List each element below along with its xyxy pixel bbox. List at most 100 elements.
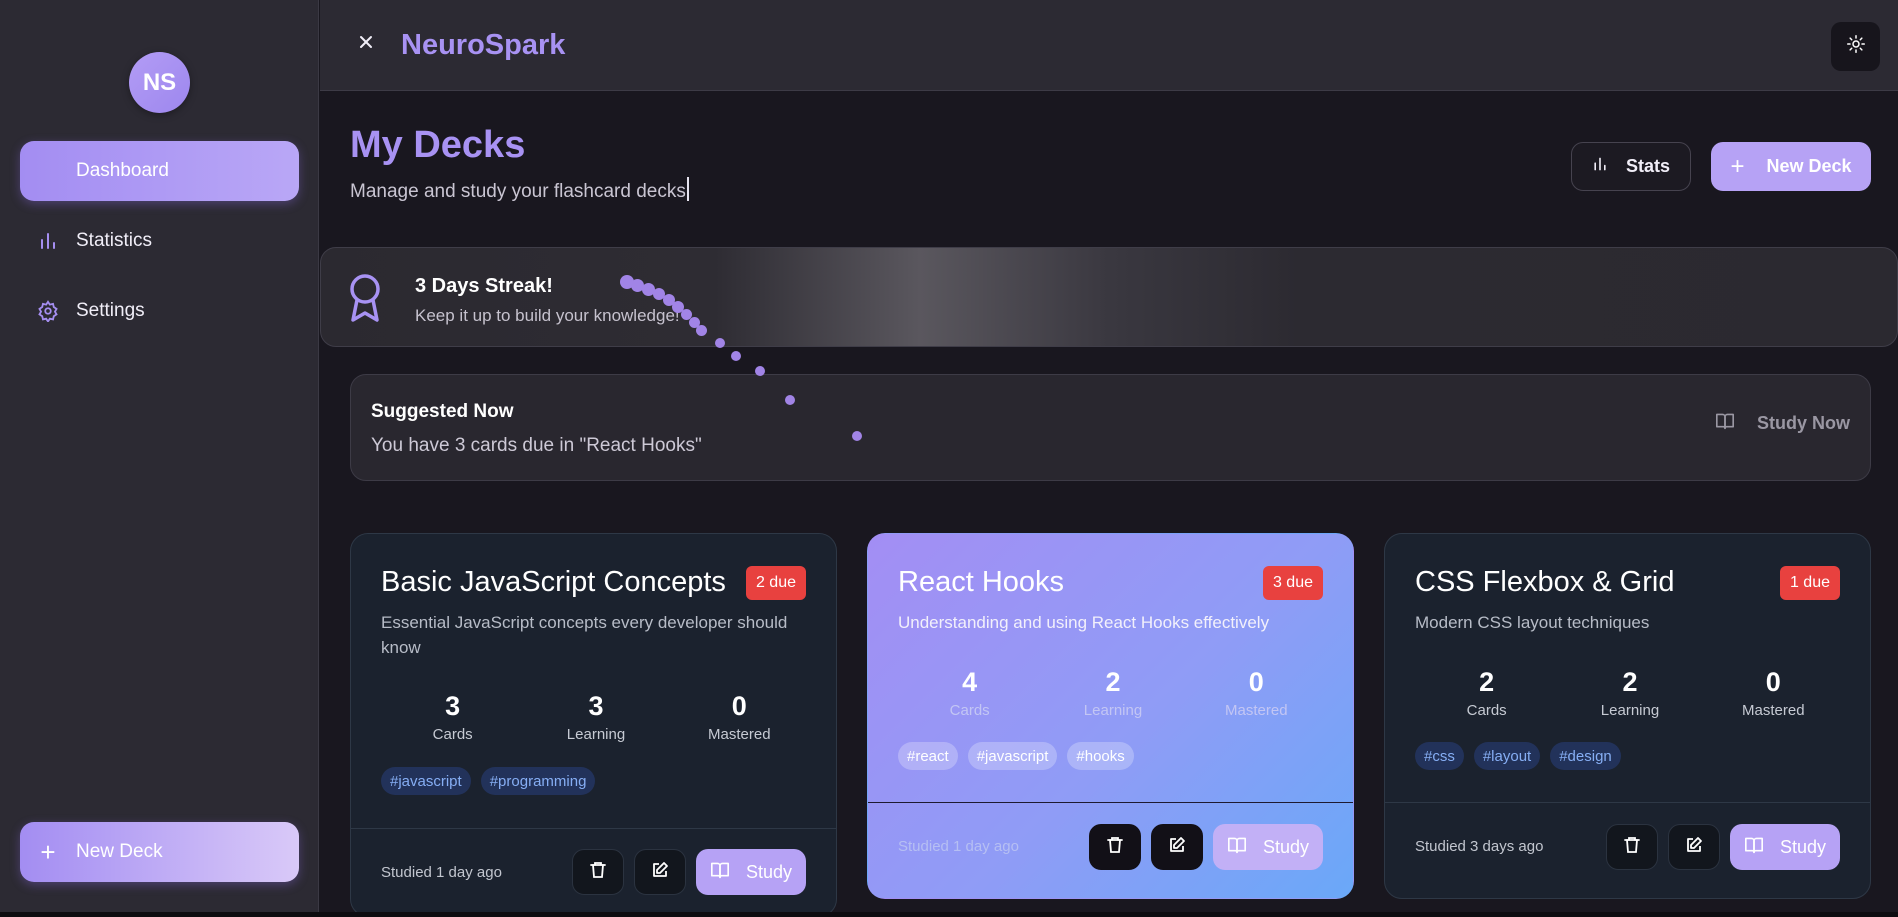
stat-value: 2 <box>1622 667 1638 697</box>
cursor-trail-dot <box>852 431 862 441</box>
delete-button[interactable] <box>1606 824 1658 870</box>
stats-button[interactable]: Stats <box>1571 142 1691 191</box>
study-button[interactable]: Study <box>696 849 806 895</box>
edit-button[interactable] <box>1151 824 1203 870</box>
cursor-trail-dot <box>755 366 765 376</box>
tag[interactable]: #react <box>898 742 958 770</box>
stat-label: Mastered <box>708 726 771 743</box>
study-button[interactable]: Study <box>1730 824 1840 870</box>
deck-stats: 3 Cards 3 Learning 0 Mastered <box>381 691 811 743</box>
stat-value: 3 <box>445 691 461 721</box>
book-open-icon <box>710 861 730 884</box>
text-caret <box>686 177 689 201</box>
sidebar-item-settings[interactable]: Settings <box>20 281 299 341</box>
deck-card[interactable]: React Hooks 3 due Understanding and usin… <box>867 533 1354 899</box>
sidebar: NS Dashboard Statistics Settings + New D… <box>0 0 319 912</box>
app-title: NeuroSpark <box>401 29 566 61</box>
delete-button[interactable] <box>572 849 624 895</box>
stat-label: Mastered <box>1742 702 1805 719</box>
tag[interactable]: #programming <box>480 767 596 795</box>
stat-cards: 3 Cards <box>381 691 524 743</box>
plus-icon: + <box>1730 152 1745 180</box>
stat-label: Mastered <box>1225 702 1288 719</box>
edit-button[interactable] <box>1668 824 1720 870</box>
sidebar-item-statistics[interactable]: Statistics <box>20 211 299 271</box>
bar-chart-icon <box>20 231 76 251</box>
close-icon[interactable] <box>358 34 374 50</box>
top-bar: NeuroSpark <box>320 0 1898 91</box>
deck-title: Basic JavaScript Concepts <box>381 566 726 598</box>
stat-value: 0 <box>731 691 747 721</box>
stat-mastered: 0 Mastered <box>1185 667 1328 719</box>
sidebar-new-deck-button[interactable]: + New Deck <box>20 822 299 882</box>
deck-tags: #react #javascript #hooks <box>898 742 1134 770</box>
stat-label: Learning <box>1083 702 1143 719</box>
stat-value: 2 <box>1479 667 1495 697</box>
stat-learning: 2 Learning <box>1041 667 1184 719</box>
edit-icon <box>1168 836 1186 859</box>
trash-icon <box>590 861 606 884</box>
trash-icon <box>1624 836 1640 859</box>
stat-value: 0 <box>1765 667 1781 697</box>
study-label: Study <box>1779 836 1827 857</box>
sidebar-item-label: Dashboard <box>76 160 169 181</box>
cursor-trail-dot <box>785 395 795 405</box>
stat-cards: 2 Cards <box>1415 667 1558 719</box>
stat-cards: 4 Cards <box>898 667 1041 719</box>
stat-value: 0 <box>1248 667 1264 697</box>
last-studied: Studied 3 days ago <box>1415 838 1544 855</box>
new-deck-button[interactable]: + New Deck <box>1711 142 1871 191</box>
deck-footer: Studied 1 day ago Study <box>868 802 1353 898</box>
deck-title: React Hooks <box>898 566 1065 598</box>
stat-learning: 2 Learning <box>1558 667 1701 719</box>
edit-button[interactable] <box>634 849 686 895</box>
book-open-icon <box>1744 836 1764 859</box>
stat-value: 2 <box>1105 667 1121 697</box>
deck-card[interactable]: CSS Flexbox & Grid 1 due Modern CSS layo… <box>1384 533 1871 899</box>
avatar[interactable]: NS <box>129 52 190 113</box>
suggested-panel: Suggested Now You have 3 cards due in "R… <box>350 374 1871 481</box>
streak-title: 3 Days Streak! <box>415 275 553 297</box>
cursor-trail-dot <box>731 351 741 361</box>
tag[interactable]: #css <box>1415 742 1464 770</box>
due-badge: 3 due <box>1262 566 1323 600</box>
plus-icon: + <box>40 836 56 867</box>
study-label: Study <box>745 861 793 882</box>
deck-title: CSS Flexbox & Grid <box>1415 566 1675 598</box>
edit-icon <box>1685 836 1703 859</box>
cursor-trail-dot <box>696 325 707 336</box>
delete-button[interactable] <box>1089 824 1141 870</box>
study-button[interactable]: Study <box>1213 824 1323 870</box>
new-deck-label: New Deck <box>76 841 163 862</box>
stat-mastered: 0 Mastered <box>1702 667 1845 719</box>
stat-value: 3 <box>588 691 604 721</box>
tag[interactable]: #hooks <box>1067 742 1134 770</box>
book-open-icon <box>1715 412 1735 435</box>
sidebar-item-dashboard[interactable]: Dashboard <box>20 141 299 201</box>
stat-label: Learning <box>1600 702 1660 719</box>
gear-icon <box>20 300 76 322</box>
deck-tags: #javascript #programming <box>381 767 596 795</box>
tag[interactable]: #layout <box>1473 742 1541 770</box>
deck-stats: 4 Cards 2 Learning 0 Mastered <box>898 667 1328 719</box>
bar-chart-icon <box>1592 156 1608 177</box>
tag[interactable]: #design <box>1550 742 1621 770</box>
stat-label: Learning <box>566 726 626 743</box>
deck-tags: #css #layout #design <box>1415 742 1621 770</box>
tag[interactable]: #javascript <box>967 742 1058 770</box>
new-deck-label: New Deck <box>1766 156 1852 176</box>
deck-card[interactable]: Basic JavaScript Concepts 2 due Essentia… <box>350 533 837 917</box>
stats-label: Stats <box>1625 156 1670 176</box>
last-studied: Studied 1 day ago <box>381 864 502 881</box>
sidebar-item-label: Settings <box>76 300 145 321</box>
stat-label: Cards <box>1466 702 1507 719</box>
study-now-button[interactable]: Study Now <box>1715 403 1850 443</box>
deck-description: Modern CSS layout techniques <box>1415 613 1650 632</box>
stat-mastered: 0 Mastered <box>668 691 811 743</box>
stat-learning: 3 Learning <box>524 691 667 743</box>
tag[interactable]: #javascript <box>381 767 471 795</box>
edit-icon <box>651 861 669 884</box>
theme-toggle-button[interactable] <box>1831 22 1880 71</box>
deck-footer: Studied 3 days ago Study <box>1385 802 1870 898</box>
book-open-icon <box>1227 836 1247 859</box>
